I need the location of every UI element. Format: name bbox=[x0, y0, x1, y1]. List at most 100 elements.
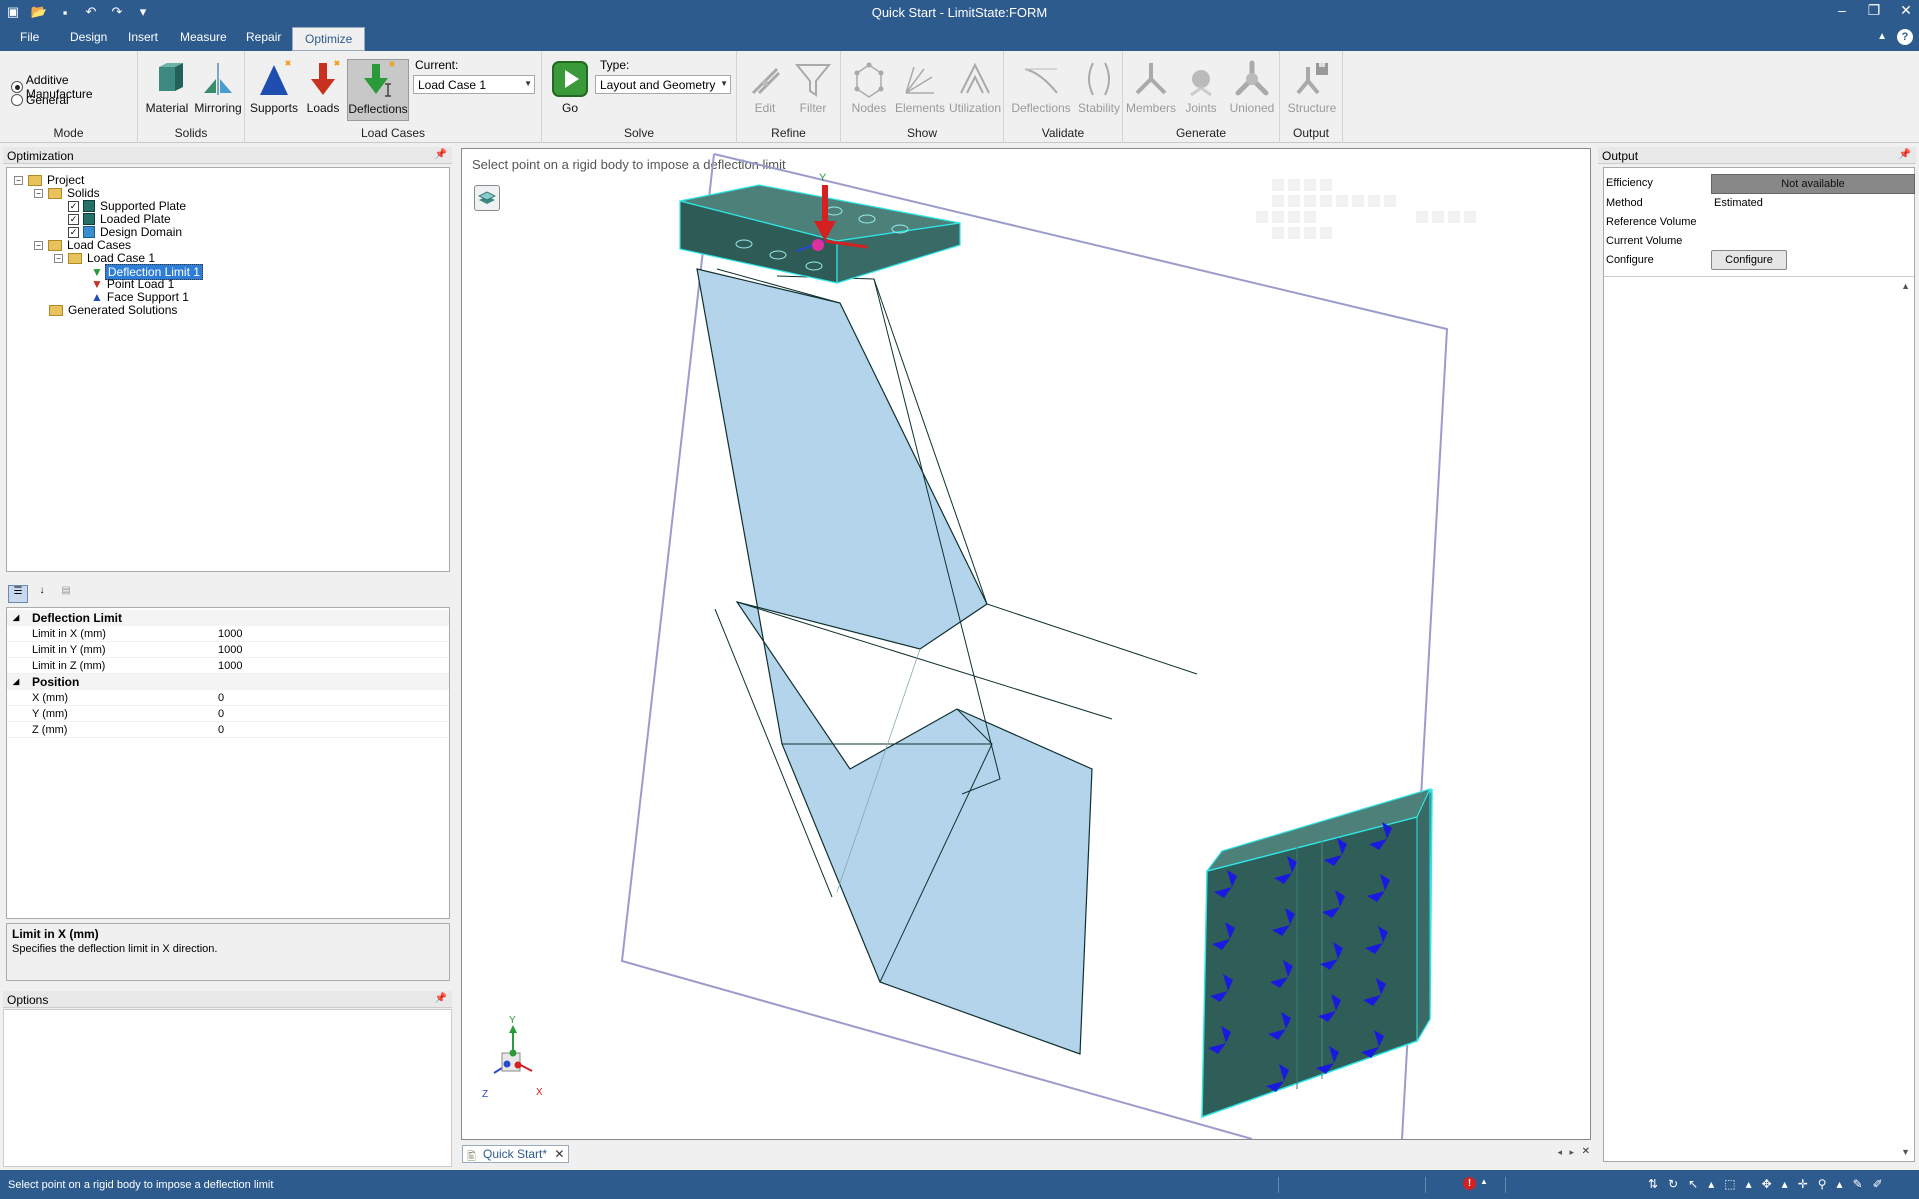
validate-deflections-button[interactable]: Deflections bbox=[1006, 59, 1076, 121]
collapse-icon[interactable]: − bbox=[14, 175, 23, 185]
tree-node-generated-solutions[interactable]: Generated Solutions bbox=[49, 303, 177, 317]
tree-node-supported-plate[interactable]: ✓ Supported Plate bbox=[68, 199, 186, 213]
tree-node-point-load-1[interactable]: ▼ Point Load 1 bbox=[91, 277, 174, 291]
scroll-left-icon[interactable]: ◂ bbox=[1557, 1147, 1562, 1158]
menu-measure[interactable]: Measure bbox=[180, 30, 227, 44]
select-icon[interactable]: ↖ bbox=[1688, 1177, 1698, 1191]
current-load-case-select[interactable]: Load Case 1 ▼ bbox=[413, 75, 535, 94]
tree-node-design-domain[interactable]: ✓ Design Domain bbox=[68, 225, 182, 239]
move-icon[interactable]: ✛ bbox=[1798, 1177, 1808, 1191]
property-value[interactable]: 1000 bbox=[218, 628, 242, 640]
structure-button[interactable]: Structure bbox=[1283, 59, 1341, 121]
menu-design[interactable]: Design bbox=[70, 30, 107, 44]
tree-node-project[interactable]: − Project bbox=[14, 173, 84, 187]
utilization-button[interactable]: Utilization bbox=[947, 59, 1003, 121]
property-row-z[interactable]: Z (mm) 0 bbox=[7, 722, 449, 738]
loaded-plate[interactable] bbox=[679, 184, 961, 284]
checkbox-checked-icon[interactable]: ✓ bbox=[68, 200, 79, 212]
ribbon-group-validate: Deflections Stability Validate bbox=[1004, 51, 1123, 143]
mode-general-radio[interactable]: General bbox=[11, 93, 69, 107]
menu-file[interactable]: File bbox=[20, 30, 39, 44]
property-value[interactable]: 0 bbox=[218, 708, 224, 720]
property-value[interactable]: 1000 bbox=[218, 660, 242, 672]
scroll-down-icon[interactable]: ▼ bbox=[1901, 1147, 1910, 1157]
chevron-up-icon[interactable]: ▴ bbox=[1746, 1177, 1752, 1191]
pin-icon[interactable]: 📌 bbox=[1899, 149, 1911, 160]
scroll-right-icon[interactable]: ▸ bbox=[1569, 1147, 1574, 1158]
chevron-up-icon[interactable]: ▴ bbox=[1708, 1177, 1714, 1191]
tree-node-load-cases[interactable]: − Load Cases bbox=[34, 238, 131, 252]
help-icon[interactable]: ? bbox=[1897, 29, 1913, 45]
categorized-icon[interactable]: ☰ bbox=[8, 585, 28, 603]
checkbox-checked-icon[interactable]: ✓ bbox=[68, 213, 79, 225]
restore-icon[interactable]: ❐ bbox=[1867, 2, 1881, 19]
collapse-icon[interactable]: − bbox=[34, 188, 43, 198]
collapse-ribbon-icon[interactable]: ▲ bbox=[1877, 31, 1887, 42]
pin-icon[interactable]: 📌 bbox=[435, 993, 447, 1004]
tree-node-face-support-1[interactable]: ▲ Face Support 1 bbox=[91, 290, 189, 304]
collapse-triangle-icon[interactable]: ◢ bbox=[13, 613, 19, 622]
chevron-up-icon[interactable]: ▴ bbox=[1837, 1177, 1843, 1191]
joints-button[interactable]: Joints bbox=[1176, 59, 1226, 121]
edit-button[interactable]: Edit bbox=[741, 59, 789, 121]
collapse-triangle-icon[interactable]: ◢ bbox=[13, 677, 19, 686]
go-button[interactable]: Go bbox=[546, 59, 594, 121]
menu-repair[interactable]: Repair bbox=[246, 30, 281, 44]
spin-icon[interactable]: ⇅ bbox=[1648, 1177, 1658, 1191]
rotate-icon[interactable]: ↻ bbox=[1668, 1177, 1678, 1191]
tree-node-solids[interactable]: − Solids bbox=[34, 186, 100, 200]
measure-icon[interactable]: ✎ bbox=[1853, 1177, 1863, 1191]
material-button[interactable]: Material bbox=[142, 59, 192, 121]
chevron-up-icon[interactable]: ▴ bbox=[1782, 1177, 1788, 1191]
checkbox-checked-icon[interactable]: ✓ bbox=[68, 226, 79, 238]
chevron-up-icon[interactable]: ▲ bbox=[1480, 1177, 1488, 1186]
members-button[interactable]: Members bbox=[1126, 59, 1176, 121]
elements-button[interactable]: Elements bbox=[893, 59, 947, 121]
deflections-button[interactable]: Deflections bbox=[347, 59, 409, 121]
collapse-icon[interactable]: − bbox=[34, 240, 43, 250]
pan-icon[interactable]: ✥ bbox=[1762, 1177, 1772, 1191]
nodes-button[interactable]: Nodes bbox=[845, 59, 893, 121]
filter-button[interactable]: Filter bbox=[789, 59, 837, 121]
solve-type-select[interactable]: Layout and Geometry ▼ bbox=[595, 75, 731, 94]
pen-icon[interactable]: ✐ bbox=[1873, 1177, 1883, 1191]
design-domain-solid[interactable] bbox=[696, 268, 1198, 1055]
tree-node-loaded-plate[interactable]: ✓ Loaded Plate bbox=[68, 212, 171, 226]
minimize-icon[interactable]: – bbox=[1835, 2, 1849, 19]
tree-node-load-case-1[interactable]: − Load Case 1 bbox=[54, 251, 155, 265]
close-icon[interactable]: ✕ bbox=[1899, 2, 1913, 19]
zoom-icon[interactable]: ⚲ bbox=[1818, 1177, 1827, 1191]
close-tab-icon[interactable]: ✕ bbox=[554, 1147, 564, 1161]
error-icon[interactable]: ! bbox=[1463, 1177, 1476, 1190]
supports-button[interactable]: Supports bbox=[249, 59, 299, 121]
scroll-up-icon[interactable]: ▲ bbox=[1901, 281, 1910, 291]
box-select-icon[interactable]: ⬚ bbox=[1724, 1177, 1735, 1191]
3d-viewport[interactable]: Select point on a rigid body to impose a… bbox=[461, 148, 1591, 1140]
stability-button[interactable]: Stability bbox=[1076, 59, 1122, 121]
menu-optimize[interactable]: Optimize bbox=[292, 27, 366, 51]
property-value[interactable]: 0 bbox=[218, 692, 224, 704]
property-pages-icon[interactable]: ▤ bbox=[56, 585, 76, 603]
close-document-icon[interactable]: ✕ bbox=[1582, 1146, 1590, 1157]
property-category-deflection-limit[interactable]: ◢ Deflection Limit bbox=[7, 610, 449, 626]
loads-button[interactable]: Loads bbox=[299, 59, 347, 121]
unioned-button[interactable]: Unioned bbox=[1226, 59, 1278, 121]
configure-button[interactable]: Configure bbox=[1711, 250, 1787, 270]
pin-icon[interactable]: 📌 bbox=[435, 149, 447, 160]
output-divider bbox=[1604, 276, 1914, 277]
property-row-limit-y[interactable]: Limit in Y (mm) 1000 bbox=[7, 642, 449, 658]
document-tab-quick-start[interactable]: 🖺 Quick Start* ✕ bbox=[462, 1145, 570, 1163]
sort-alphabetical-icon[interactable]: ↓ bbox=[32, 585, 52, 603]
property-row-limit-x[interactable]: Limit in X (mm) 1000 bbox=[7, 626, 449, 642]
group-label-refine: Refine bbox=[771, 126, 806, 140]
collapse-icon[interactable]: − bbox=[54, 253, 63, 263]
property-value[interactable]: 0 bbox=[218, 724, 224, 736]
mirroring-button[interactable]: Mirroring bbox=[192, 59, 244, 121]
property-row-limit-z[interactable]: Limit in Z (mm) 1000 bbox=[7, 658, 449, 674]
property-value[interactable]: 1000 bbox=[218, 644, 242, 656]
property-category-position[interactable]: ◢ Position bbox=[7, 674, 449, 690]
property-key: X (mm) bbox=[32, 692, 69, 704]
property-row-y[interactable]: Y (mm) 0 bbox=[7, 706, 449, 722]
menu-insert[interactable]: Insert bbox=[128, 30, 158, 44]
property-row-x[interactable]: X (mm) 0 bbox=[7, 690, 449, 706]
